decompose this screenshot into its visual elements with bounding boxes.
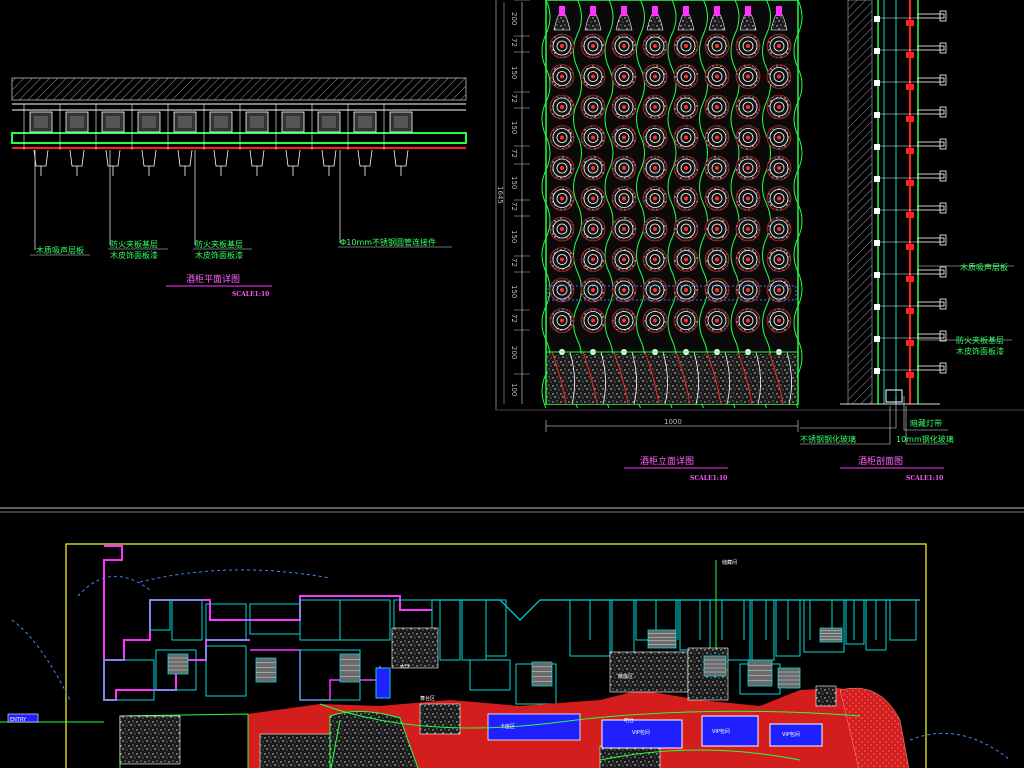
plan-callout-3: 木皮饰面板漆 xyxy=(110,250,158,260)
room-outline xyxy=(889,599,917,641)
room-tag: VIP包间 xyxy=(782,731,800,738)
plan-callout-2: 防火夹板基层 xyxy=(110,239,158,249)
stair-block xyxy=(819,627,843,643)
elevation-width-dim: 1000 xyxy=(664,418,682,426)
booth xyxy=(375,667,391,699)
room-tag: 大厅 xyxy=(400,663,410,670)
floor-plan: ENTRY VIP包间 VIP包间 VIP包间 卡座区 散座区 大厅 吧台 舞台… xyxy=(0,543,1011,768)
plan-title: 酒柜平面详图 xyxy=(186,273,240,285)
room-tag: 吧台 xyxy=(624,717,634,724)
room-outline xyxy=(461,599,487,661)
elevation-segment-dim: 150 xyxy=(510,66,518,79)
elevation-title: 酒柜立面详图 xyxy=(640,455,694,467)
room-tag: VIP包间 xyxy=(632,729,650,736)
speckled-floor xyxy=(815,685,837,707)
elevation-segment-dim: 72 xyxy=(510,38,518,47)
stair-block xyxy=(167,653,189,675)
stair-block xyxy=(255,657,277,683)
entry-tag: ENTRY xyxy=(10,717,27,723)
elevation-scale: SCALE1:10 xyxy=(690,475,727,482)
elevation-segment-dim: 150 xyxy=(510,176,518,189)
wine-rack-base xyxy=(546,349,798,405)
room-outline xyxy=(751,599,775,661)
room-outline xyxy=(149,599,171,631)
room-outline xyxy=(485,599,507,657)
stair-block xyxy=(339,653,361,683)
room-outline xyxy=(439,599,461,661)
speckled-floor xyxy=(391,627,439,669)
section-callout-2: 防火夹板基层 xyxy=(956,335,1004,345)
room-outline xyxy=(103,659,155,701)
room-outline xyxy=(339,599,391,641)
elevation-segment-dim: 72 xyxy=(510,149,518,158)
section-callout-3: 木皮饰面板漆 xyxy=(956,346,1004,356)
elevation-dimension-chain: 200 72 150 72 150 72 150 72 150 72 150 72 200 100 xyxy=(510,0,530,396)
speckled-floor xyxy=(599,745,661,768)
speckled-floor xyxy=(419,703,461,735)
elevation-segment-dim: 100 xyxy=(510,383,518,396)
cad-drawing-canvas: 木质吸声层板 防火夹板基层 木皮饰面板漆 防火夹板基层 木皮饰面板漆 Φ10mm… xyxy=(0,0,1024,768)
elevation-segment-dim: 150 xyxy=(510,285,518,298)
room-outline xyxy=(299,599,341,641)
section-callout-5: 10mm钢化玻璃 xyxy=(896,434,954,444)
elevation-segment-dim: 150 xyxy=(510,230,518,243)
section-title: 酒柜剖面图 xyxy=(858,455,903,467)
elevation-height-dim: 1645 xyxy=(496,186,504,204)
stair-block xyxy=(777,667,801,689)
plan-callout-1: 木质吸声层板 xyxy=(36,245,84,255)
elevation-segment-dim: 150 xyxy=(510,121,518,134)
wall-hatch xyxy=(11,77,467,101)
plan-callout-6: Φ10mm不锈钢圆管连接件 xyxy=(340,237,436,247)
stair-blocks xyxy=(167,627,843,689)
room-tag: VIP包间 xyxy=(712,728,730,735)
elevation-segment-dim: 72 xyxy=(510,314,518,323)
speckled-floor xyxy=(609,651,689,693)
plan-callout-5: 木皮饰面板漆 xyxy=(195,250,243,260)
section-wall-hatch xyxy=(847,0,873,405)
room-outline xyxy=(679,599,711,651)
elevation-segment-dim: 72 xyxy=(510,258,518,267)
room-tag: 储藏间 xyxy=(722,559,737,566)
room-outline xyxy=(171,599,203,641)
room-outline xyxy=(469,659,511,691)
booth xyxy=(701,715,759,747)
plan-unit-row xyxy=(23,104,413,176)
elevation-segment-dim: 200 xyxy=(510,12,518,25)
section-callout-4: 暗藏灯带 xyxy=(910,418,942,428)
section-callout-6: 不锈钢钢化玻璃 xyxy=(800,434,856,444)
elevation-segment-dim: 200 xyxy=(510,346,518,359)
plan-scale: SCALE1:10 xyxy=(232,291,269,298)
room-outline xyxy=(205,645,247,697)
room-outlines xyxy=(103,599,917,705)
section-callout-1: 木质吸声层板 xyxy=(960,262,1008,272)
elevation-segment-dim: 72 xyxy=(510,94,518,103)
stair-block xyxy=(703,655,727,677)
room-tag: 卡座区 xyxy=(500,723,515,730)
plan-detail: 木质吸声层板 防火夹板基层 木皮饰面板漆 防火夹板基层 木皮饰面板漆 Φ10mm… xyxy=(11,77,467,298)
speckled-floor xyxy=(259,733,341,768)
stair-block xyxy=(647,629,677,649)
plan-callout-4: 防火夹板基层 xyxy=(195,239,243,249)
stair-block xyxy=(531,661,553,687)
room-tag: 舞台区 xyxy=(420,695,435,702)
room-tag: 散座区 xyxy=(618,673,633,680)
section-scale: SCALE1:10 xyxy=(906,475,943,482)
room-outline xyxy=(845,599,865,645)
room-outline xyxy=(611,599,635,661)
speckled-floor xyxy=(119,715,181,765)
elevation-segment-dim: 72 xyxy=(510,202,518,211)
room-outline xyxy=(205,603,247,641)
stair-block xyxy=(747,659,773,687)
